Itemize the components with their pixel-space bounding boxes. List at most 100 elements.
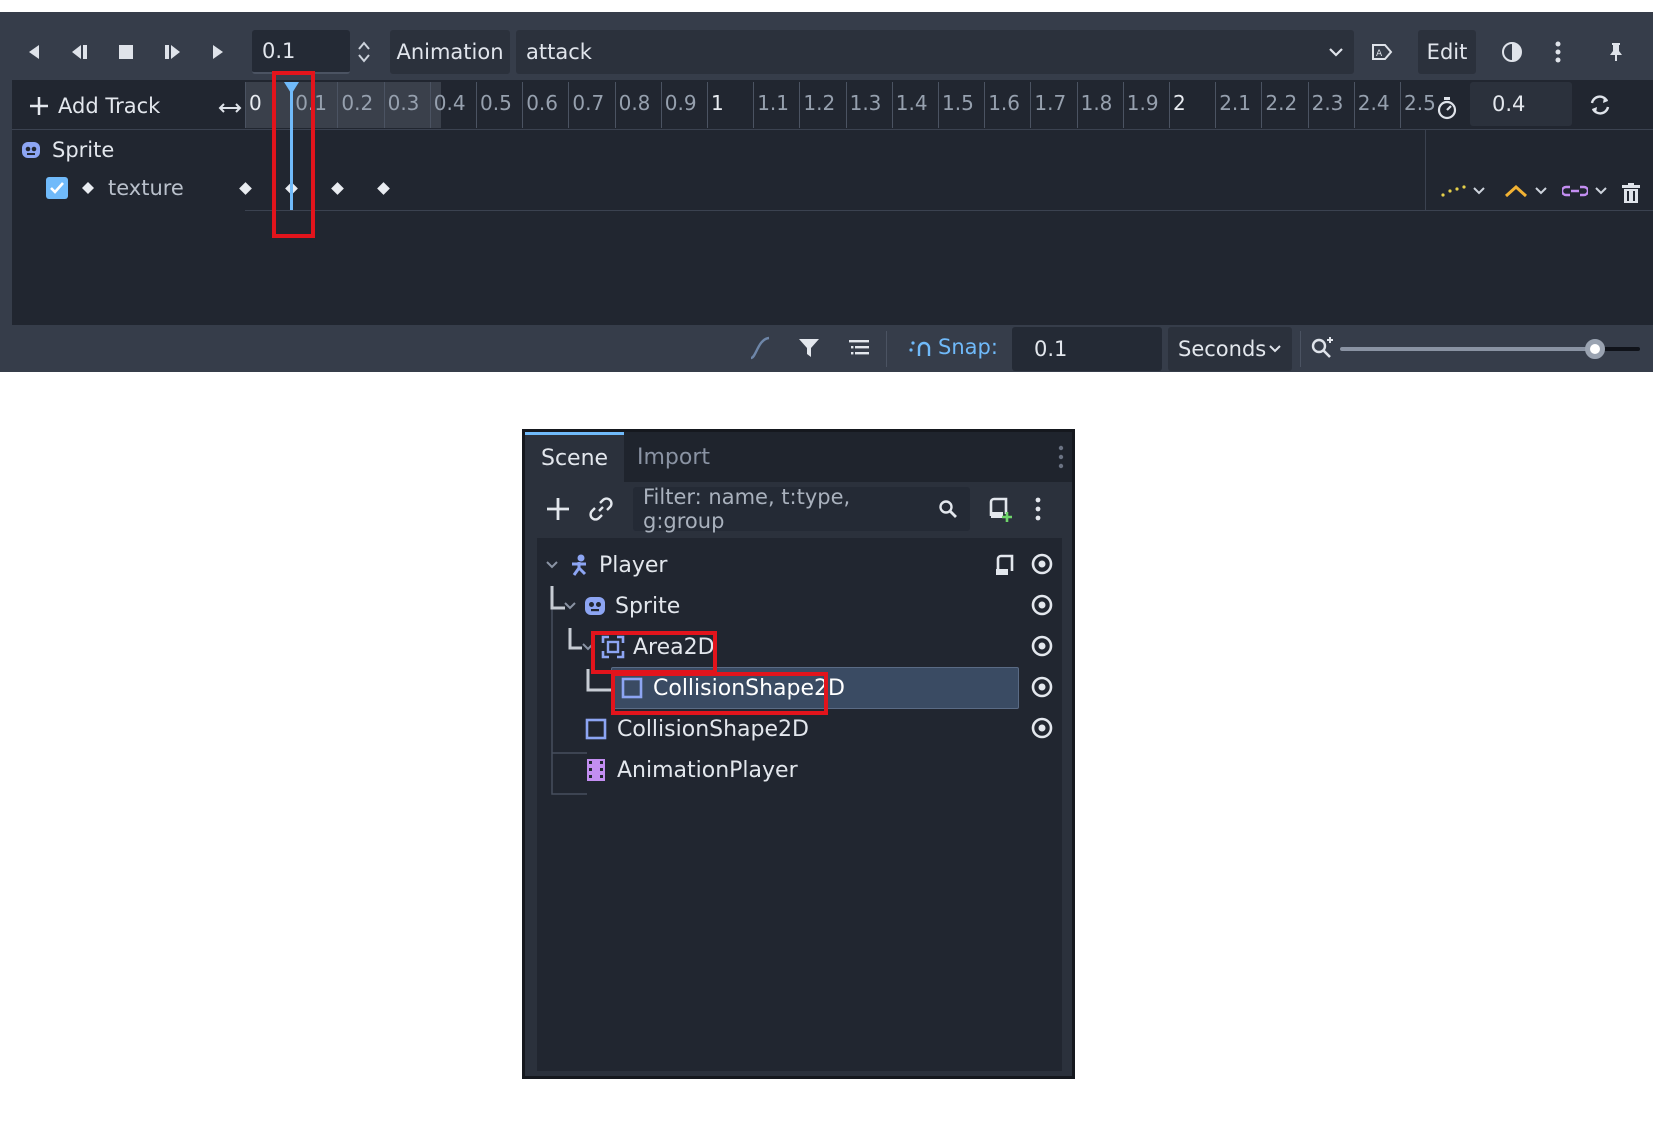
play-backwards-button[interactable] — [14, 30, 54, 74]
play-from-start-icon — [165, 45, 180, 59]
toolbar-separator — [886, 331, 887, 367]
animation-step-value: 0.1 — [262, 39, 296, 63]
onion-skin-icon — [1502, 42, 1522, 62]
ruler-tick: 0 — [245, 82, 262, 128]
update-mode-dropdown[interactable] — [1504, 184, 1548, 198]
ruler-tick: 1.9 — [1122, 82, 1159, 128]
interpolation-mode-dropdown[interactable] — [1440, 184, 1486, 198]
svg-text:A: A — [1376, 49, 1383, 59]
scene-tree-menu-button[interactable] — [1035, 496, 1041, 526]
filter-tracks-button[interactable] — [798, 337, 820, 363]
stop-button[interactable] — [106, 30, 146, 74]
visibility-toggle[interactable] — [1030, 635, 1054, 663]
chevron-down-icon[interactable] — [563, 601, 577, 611]
script-add-icon — [989, 497, 1012, 522]
autoplay-on-load-button[interactable]: A — [1362, 30, 1402, 74]
node-name: Sprite — [615, 593, 681, 619]
dock-tab-bar: Scene Import — [525, 432, 1072, 482]
scene-filter-input[interactable]: Filter: name, t:type, g:group — [633, 485, 970, 533]
tab-scene[interactable]: Scene — [525, 432, 625, 482]
visibility-toggle[interactable] — [1030, 594, 1054, 622]
scene-dock: Scene Import Filter: name, t:type, g:gro… — [522, 429, 1075, 1079]
tab-import-label: Import — [637, 445, 711, 470]
animation-selector[interactable]: attack — [516, 30, 1354, 74]
loop-wrap-dropdown[interactable] — [1562, 184, 1608, 198]
snap-step-value: 0.1 — [1034, 337, 1068, 361]
instantiate-scene-button[interactable] — [589, 497, 613, 525]
zoom-slider[interactable] — [1340, 339, 1640, 359]
ruler-tick: 2.1 — [1215, 82, 1251, 128]
ruler-tick: 0.8 — [614, 82, 650, 128]
add-child-node-button[interactable] — [545, 496, 571, 526]
eye-icon — [1031, 553, 1053, 575]
bezier-curves-button[interactable] — [748, 335, 772, 365]
chevron-down-icon — [1535, 187, 1547, 195]
track-node-row: Sprite — [20, 138, 114, 162]
ruler-divider — [12, 129, 1653, 130]
play-button[interactable] — [198, 30, 238, 74]
tab-import[interactable]: Import — [621, 432, 726, 482]
tree-node-player[interactable]: Player — [537, 544, 1062, 586]
zoom-slider-fill — [1340, 347, 1595, 351]
ruler-tick: 1.2 — [799, 82, 835, 128]
visibility-toggle[interactable] — [1030, 553, 1054, 581]
toolbar-separator — [1300, 331, 1301, 367]
visibility-toggle[interactable] — [1030, 676, 1054, 704]
zoom-slider-grabber[interactable] — [1585, 339, 1605, 359]
ruler-tick: 1 — [707, 82, 724, 128]
track-editor: Add Track 0 0.1 0.2 0.3 0.4 0.5 0.6 0.7 0.8 0.9 1 1… — [12, 80, 1653, 325]
keyframe[interactable] — [238, 182, 252, 195]
open-script-button[interactable] — [994, 553, 1016, 583]
keyframe[interactable] — [377, 182, 390, 195]
snap-step-field[interactable]: 0.1 — [1012, 327, 1162, 371]
chevron-down-icon[interactable] — [545, 560, 559, 570]
onion-skin-options-button[interactable] — [1538, 30, 1578, 74]
dock-menu-button[interactable] — [1058, 444, 1064, 474]
chevron-down-icon — [1269, 345, 1281, 353]
play-from-start-button[interactable] — [152, 30, 192, 74]
play-backwards-icon — [29, 45, 39, 59]
track-property-row[interactable]: texture — [46, 176, 184, 200]
track-list-view-button[interactable] — [848, 338, 870, 362]
edit-menu-label: Edit — [1426, 40, 1468, 64]
chevron-down-icon — [1473, 187, 1485, 195]
keyframe[interactable] — [331, 182, 344, 195]
snap-icon — [909, 341, 931, 356]
animation-step-field[interactable]: 0.1 — [252, 30, 350, 74]
onion-skinning-button[interactable] — [1492, 30, 1532, 74]
snap-unit-label: Seconds — [1178, 337, 1267, 361]
loop-toggle-button[interactable] — [1588, 93, 1612, 121]
property-track-icon — [82, 182, 94, 194]
track-enabled-checkbox[interactable] — [46, 177, 68, 199]
tree-node-sprite[interactable]: Sprite — [537, 585, 1062, 627]
pin-button[interactable] — [1596, 30, 1636, 74]
add-track-button[interactable]: Add Track — [28, 94, 160, 118]
remove-track-button[interactable] — [1620, 182, 1642, 208]
chevron-down-icon — [1329, 48, 1343, 57]
tree-node-animationplayer[interactable]: AnimationPlayer — [537, 749, 1062, 791]
animation-menu-button[interactable]: Animation — [390, 30, 510, 74]
edit-menu-button[interactable]: Edit — [1418, 30, 1476, 74]
snap-toggle[interactable]: Snap: — [908, 335, 998, 359]
add-track-label: Add Track — [58, 94, 161, 118]
continuous-update-icon — [1504, 184, 1528, 198]
animation-name: attack — [526, 40, 592, 64]
ruler-tick: 0.5 — [476, 82, 512, 128]
sprite2d-icon — [22, 142, 40, 158]
tab-scene-label: Scene — [541, 446, 609, 471]
fit-timeline-button[interactable] — [218, 100, 242, 119]
ruler-tick: 1.3 — [845, 82, 881, 128]
ruler-tick: 1.6 — [984, 82, 1020, 128]
visibility-toggle[interactable] — [1030, 717, 1054, 745]
track-options-divider — [1425, 130, 1426, 210]
area2d-highlight-box — [591, 631, 717, 674]
ruler-tick: 1.4 — [891, 82, 928, 128]
animation-length-field[interactable]: 0.4 — [1470, 82, 1572, 126]
kebab-menu-icon — [1555, 41, 1561, 63]
snap-unit-dropdown[interactable]: Seconds — [1168, 327, 1292, 371]
ruler-tick: 0.4 — [429, 82, 466, 128]
scene-tree: Player Sprite Area2D CollisionShape2D Co… — [537, 538, 1062, 1071]
attach-script-button[interactable] — [987, 496, 1013, 526]
step-spinner[interactable] — [350, 30, 378, 74]
play-backwards-from-end-button[interactable] — [60, 30, 100, 74]
